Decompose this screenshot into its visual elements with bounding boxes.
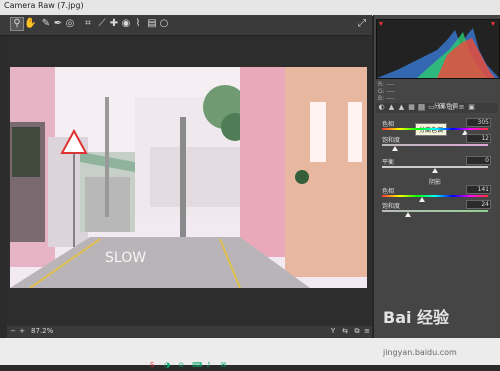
road-text-slow: SLOW — [105, 250, 146, 266]
readout-g-value: ---- — [386, 88, 396, 95]
readout-b-value: ---- — [386, 95, 395, 102]
window-title: Camera Raw (7.jpg) — [4, 1, 84, 10]
balance-thumb[interactable] — [432, 168, 438, 173]
fullscreen-icon[interactable]: ⤢ — [356, 18, 368, 30]
histogram — [376, 19, 500, 79]
tray-icon-a[interactable]: ◑ — [164, 362, 171, 369]
tray-icons: S ◑ ⊙ ⌨ ♪ ✉ — [150, 352, 229, 369]
readout-b-label: B: — [378, 95, 385, 102]
sh-hue-value[interactable]: 141 — [466, 185, 491, 194]
targeted-adjustment-icon[interactable]: ◎ — [64, 18, 76, 30]
radial-filter-icon[interactable]: ○ — [158, 18, 170, 30]
street-scene-illustration: SLOW — [10, 67, 367, 288]
adjustment-brush-icon[interactable]: ⌇ — [132, 18, 144, 30]
section-title: 分离色调 — [434, 103, 459, 110]
balance-label: 平衡 — [382, 159, 395, 166]
tray-icon-c[interactable]: ⌨ — [192, 362, 202, 369]
graduated-filter-icon[interactable]: ▤ — [146, 18, 158, 30]
rgb-readout: R: ---- G: ---- B: ---- — [378, 81, 395, 102]
toolbar: ⚲ ✋ ✎ ✒ ◎ ⌗ ⟋ ✚ ◉ ⌇ ▤ ○ ⤢ — [0, 15, 372, 36]
swap-icon[interactable]: ⇆ — [341, 327, 349, 335]
settings-icon[interactable]: ≡ — [363, 327, 371, 335]
tray-icon-b[interactable]: ⊙ — [178, 362, 185, 369]
tray-icon-d[interactable]: ♪ — [206, 362, 213, 369]
copy-settings-icon[interactable]: ⧉ — [353, 327, 361, 335]
sh-sat-track[interactable] — [382, 210, 488, 212]
sh-hue-track[interactable] — [382, 195, 488, 197]
photo-preview: SLOW — [10, 67, 367, 288]
tab-hsl-icon[interactable]: ▦ — [408, 104, 415, 111]
hand-icon[interactable]: ✋ — [24, 18, 36, 30]
readout-g-label: G: — [378, 88, 385, 95]
zoom-in-icon[interactable]: + — [18, 327, 26, 335]
hl-hue-track[interactable] — [382, 128, 488, 130]
sh-sat-thumb[interactable] — [405, 212, 411, 217]
hl-hue-label: 色相 — [382, 121, 395, 128]
hl-sat-value[interactable]: 12 — [466, 134, 491, 143]
hl-hue-value[interactable]: 305 — [466, 118, 491, 127]
white-balance-icon[interactable]: ✎ — [40, 18, 52, 30]
sh-hue-label: 色相 — [382, 188, 395, 195]
tab-basic-icon[interactable]: ◐ — [378, 104, 385, 111]
straighten-icon[interactable]: ⟋ — [96, 18, 108, 30]
canvas-status-bar: − + 87.2% Y ⇆ ⧉ ≡ — [7, 326, 372, 338]
tab-detail-icon[interactable]: ▲ — [398, 104, 405, 111]
watermark-url: jingyan.baidu.com — [383, 348, 457, 357]
adjustment-panel: R: ---- G: ---- B: ---- ◐ ▲ ▲ ▦ ▤ ▭ fx ◫… — [373, 15, 500, 345]
spot-removal-icon[interactable]: ✚ — [108, 18, 120, 30]
sh-hue-thumb[interactable] — [419, 197, 425, 202]
crop-icon[interactable]: ⌗ — [82, 18, 94, 30]
readout-r-label: R: — [378, 81, 385, 88]
baidu-watermark-logo: Bai 经验 — [383, 308, 450, 327]
tab-split-toning-icon[interactable]: ▤ — [418, 104, 425, 111]
ime-icon[interactable]: S — [150, 362, 157, 369]
sh-sat-value[interactable]: 24 — [466, 200, 491, 209]
footer-strip: jingyan.baidu.com — [0, 338, 500, 365]
tray-icon-e[interactable]: ✉ — [220, 362, 227, 369]
hl-sat-thumb[interactable] — [392, 146, 398, 151]
tab-tone-curve-icon[interactable]: ▲ — [388, 104, 395, 111]
sh-sat-label: 饱和度 — [382, 203, 401, 210]
hl-sat-label: 饱和度 — [382, 137, 401, 144]
color-sampler-icon[interactable]: ✒ — [52, 18, 64, 30]
readout-r-value: ---- — [385, 81, 395, 88]
zoom-icon[interactable]: ⚲ — [10, 17, 24, 31]
y-compare-icon[interactable]: Y — [329, 327, 337, 335]
zoom-level[interactable]: 87.2% — [31, 327, 53, 335]
title-bar: Camera Raw (7.jpg) — [0, 0, 500, 16]
histogram-graph — [377, 22, 499, 78]
red-eye-icon[interactable]: ◉ — [120, 18, 132, 30]
balance-value[interactable]: 0 — [466, 156, 491, 165]
zoom-out-icon[interactable]: − — [9, 327, 17, 335]
